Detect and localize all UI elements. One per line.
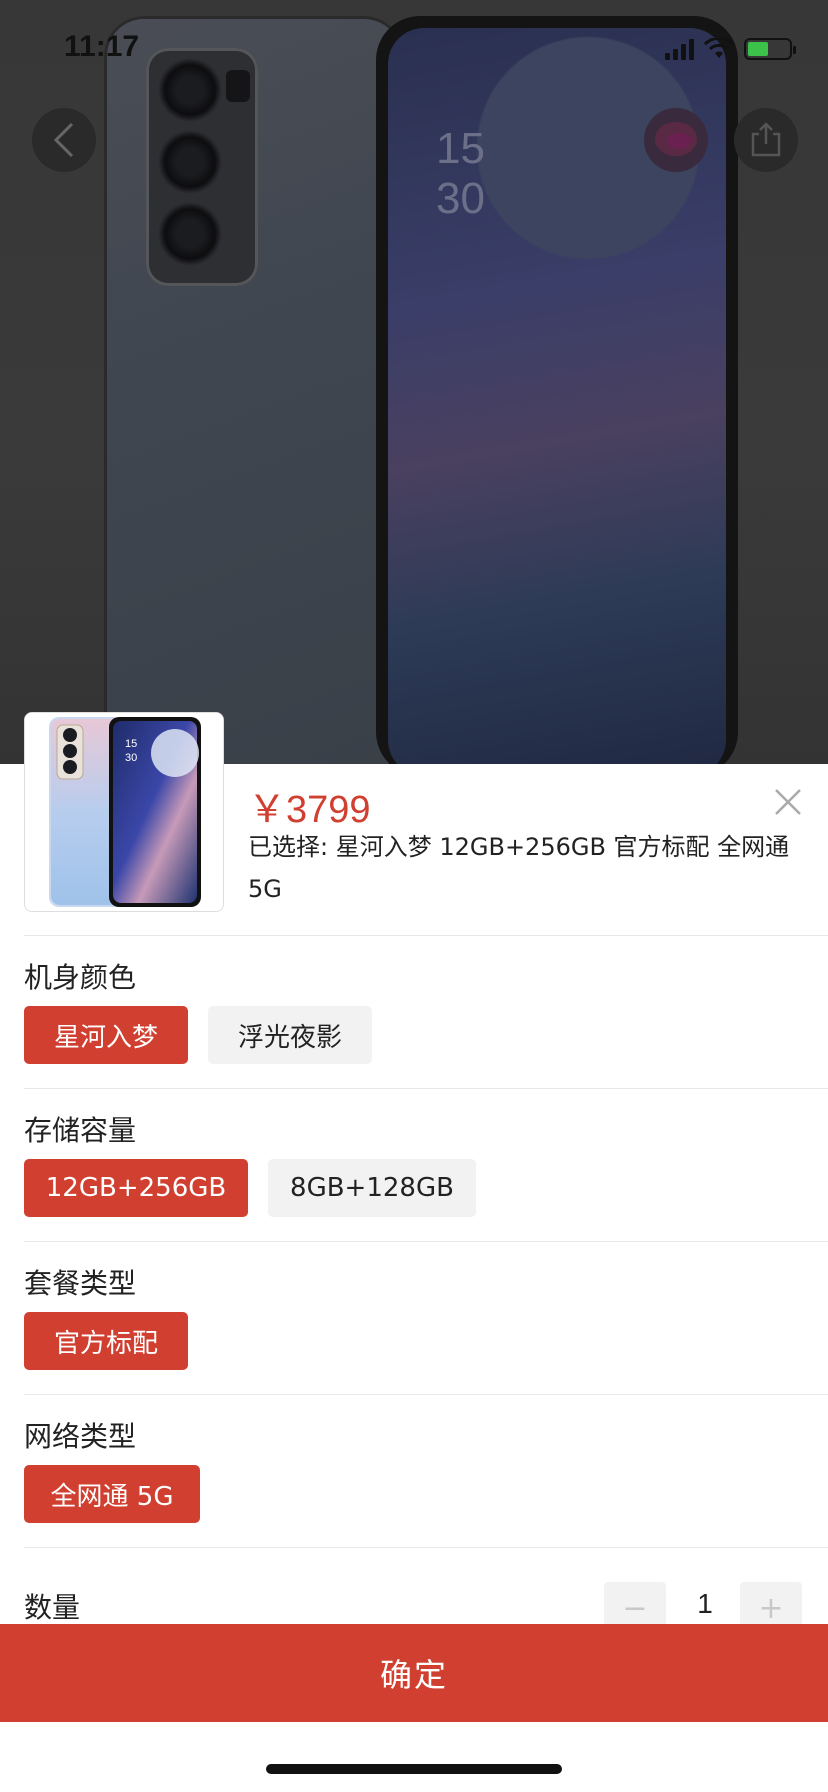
back-arrow-icon bbox=[53, 122, 74, 158]
price: ￥3799 bbox=[248, 789, 371, 831]
option-network-5g[interactable]: 全网通 5G bbox=[24, 1465, 200, 1523]
share-button[interactable] bbox=[734, 108, 798, 172]
divider bbox=[24, 935, 828, 936]
camera-lens bbox=[158, 202, 222, 266]
selected-summary: 已选择: 星河入梦 12GB+256GB 官方标配 全网通 5G bbox=[248, 833, 790, 903]
share-icon bbox=[751, 122, 781, 157]
camera-lens bbox=[158, 58, 222, 122]
product-image-backdrop: 15 30 bbox=[0, 0, 828, 764]
group-title-package: 套餐类型 bbox=[24, 1267, 137, 1300]
svg-text:30: 30 bbox=[125, 752, 137, 764]
product-thumbnail: 15 30 bbox=[24, 712, 224, 912]
option-color-fuguang[interactable]: 浮光夜影 bbox=[208, 1006, 372, 1064]
wifi-icon bbox=[704, 38, 734, 58]
chat-bubble-button[interactable] bbox=[644, 108, 708, 172]
quantity-label: 数量 bbox=[24, 1591, 81, 1624]
chat-icon bbox=[655, 122, 697, 156]
product-thumbnail-image: 15 30 bbox=[25, 713, 223, 911]
home-indicator bbox=[266, 1764, 562, 1774]
status-time: 11:17 bbox=[64, 30, 140, 63]
battery-icon bbox=[744, 38, 796, 60]
close-button[interactable] bbox=[770, 784, 806, 820]
divider bbox=[24, 1088, 828, 1089]
divider bbox=[24, 1547, 828, 1548]
option-storage-8-128[interactable]: 8GB+128GB bbox=[268, 1159, 476, 1217]
divider bbox=[24, 1241, 828, 1242]
group-title-network: 网络类型 bbox=[24, 1420, 137, 1453]
quantity-value: 1 bbox=[697, 1588, 713, 1619]
divider bbox=[24, 1394, 828, 1395]
camera-module bbox=[146, 48, 258, 286]
clock-hour: 15 bbox=[436, 124, 485, 173]
option-package-standard[interactable]: 官方标配 bbox=[24, 1312, 188, 1370]
group-title-storage: 存储容量 bbox=[24, 1114, 137, 1147]
group-title-color: 机身颜色 bbox=[24, 961, 137, 994]
option-color-xinghe[interactable]: 星河入梦 bbox=[24, 1006, 188, 1064]
camera-lens bbox=[158, 130, 222, 194]
option-storage-12-256[interactable]: 12GB+256GB bbox=[24, 1159, 248, 1217]
status-icons bbox=[665, 38, 796, 60]
clock-minute: 30 bbox=[436, 174, 485, 223]
lockscreen-clock: 15 30 bbox=[436, 124, 485, 224]
confirm-button[interactable]: 确定 bbox=[0, 1624, 828, 1722]
signal-icon bbox=[665, 38, 694, 60]
back-button[interactable] bbox=[32, 108, 96, 172]
close-icon bbox=[775, 789, 801, 815]
camera-flash bbox=[226, 70, 250, 102]
svg-text:15: 15 bbox=[125, 738, 137, 750]
phone-back-image bbox=[104, 16, 404, 764]
